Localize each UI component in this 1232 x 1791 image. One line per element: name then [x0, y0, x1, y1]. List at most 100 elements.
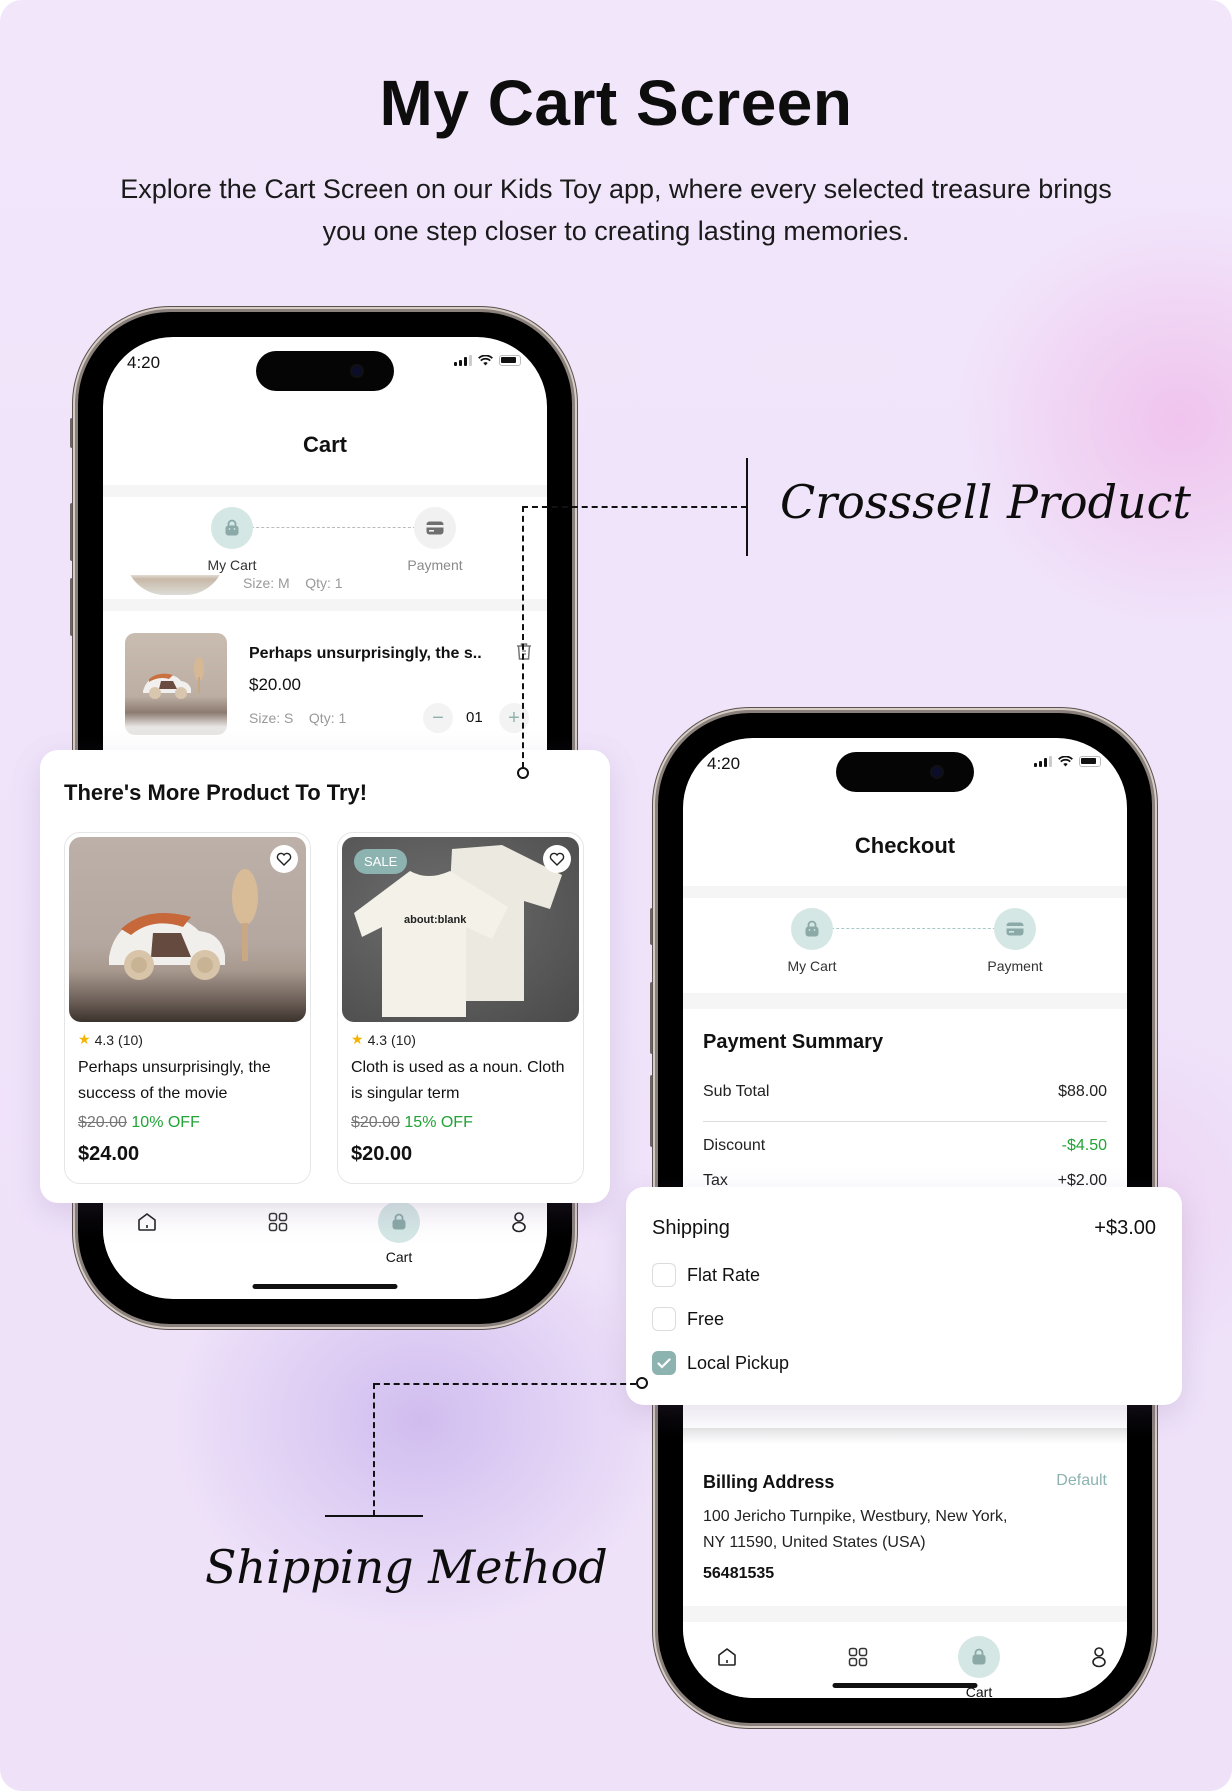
product-rating: ★ 4.3 (10) [351, 1031, 416, 1048]
option-label: Flat Rate [687, 1264, 761, 1285]
summary-heading: Payment Summary [703, 1031, 884, 1053]
page-title: My Cart Screen [379, 67, 853, 139]
tab-categories[interactable] [828, 1636, 888, 1678]
row-value: -$4.50 [1061, 1137, 1107, 1154]
wifi-icon [478, 355, 493, 366]
product-image: about:blank SALE [342, 837, 579, 1022]
crosssell-connector [522, 506, 524, 768]
phone-volume-up [70, 503, 75, 561]
signal-icon [454, 355, 472, 366]
star-icon: ★ [78, 1031, 91, 1047]
shipping-option-local-pickup[interactable]: Local Pickup [652, 1351, 789, 1375]
phone-power-button [1153, 1032, 1158, 1147]
status-time: 4:20 [127, 353, 161, 372]
divider [683, 886, 1127, 898]
shipping-connector [374, 1383, 636, 1385]
checkbox-checked[interactable] [652, 1351, 676, 1375]
step-label: My Cart [787, 958, 837, 974]
bag-icon [791, 908, 833, 950]
annotation-bar [325, 1515, 423, 1517]
divider [683, 993, 1127, 1009]
wishlist-heart-icon[interactable] [270, 845, 298, 873]
default-tag[interactable]: Default [1056, 1472, 1107, 1490]
card-icon [414, 507, 456, 549]
cart-item-image[interactable] [125, 633, 227, 735]
checkbox[interactable] [652, 1263, 676, 1287]
cart-item: Perhaps unsurprisingly, the s.. $20.00 S… [103, 611, 547, 741]
user-icon [1078, 1636, 1120, 1678]
tab-profile[interactable] [489, 1201, 547, 1243]
connector-dot [636, 1377, 648, 1389]
row-value: $88.00 [1058, 1083, 1107, 1100]
tab-profile[interactable] [1069, 1636, 1127, 1678]
step-my-cart[interactable]: My Cart [172, 507, 292, 573]
grid-icon [257, 1201, 299, 1243]
cart-item-size: Size: S [249, 710, 294, 726]
cart-item-name[interactable]: Perhaps unsurprisingly, the s.. [249, 645, 482, 663]
sale-badge: SALE [354, 849, 408, 874]
review-count: (10) [118, 1031, 143, 1048]
tab-label: Cart [385, 1249, 413, 1265]
crosssell-annotation: Crosssell Product [780, 475, 1191, 529]
shipping-option-flat-rate[interactable]: Flat Rate [652, 1263, 760, 1287]
product-card[interactable]: about:blank SALE ★ 4.3 (10) Cloth is used … [337, 832, 584, 1184]
trash-icon[interactable] [515, 641, 533, 666]
decrease-qty-button[interactable]: − [423, 703, 453, 733]
product-rating: ★ 4.3 (10) [78, 1031, 143, 1048]
billing-phone: 56481535 [703, 1565, 775, 1582]
shipping-annotation: Shipping Method [205, 1540, 608, 1594]
shipping-value: +$3.00 [1094, 1217, 1156, 1239]
product-name: Perhaps unsurprisingly, the success of t… [78, 1059, 271, 1102]
step-payment[interactable]: Payment [955, 908, 1075, 974]
product-price: $20.00 [351, 1143, 413, 1165]
product-name: Cloth is used as a noun. Cloth is singul… [351, 1059, 565, 1102]
partial-item-meta: Size: M Qty: 1 [243, 575, 343, 591]
phone-side-button [70, 418, 75, 448]
canvas: My Cart Screen Explore the Cart Screen o… [0, 0, 1232, 1791]
dynamic-island [256, 351, 394, 391]
partial-item-qty: Qty: 1 [305, 575, 343, 591]
divider [103, 485, 547, 497]
step-payment[interactable]: Payment [375, 507, 495, 573]
tab-home[interactable] [697, 1636, 757, 1678]
page-subtitle: Explore the Cart Screen on our Kids Toy … [120, 174, 1112, 246]
shipping-option-free[interactable]: Free [652, 1307, 724, 1331]
checkbox[interactable] [652, 1307, 676, 1331]
old-price: $20.00 [351, 1114, 400, 1131]
battery-icon [1079, 756, 1101, 767]
old-price: $20.00 [78, 1114, 127, 1131]
checkout-stepper: My Cart Payment [683, 898, 1127, 994]
tab-home[interactable] [117, 1201, 177, 1243]
user-icon [498, 1201, 540, 1243]
product-discount-row: $20.00 15% OFF [351, 1114, 473, 1132]
cart-item-meta: Size: S Qty: 1 [249, 710, 346, 726]
cart-item-qty: Qty: 1 [308, 710, 347, 726]
product-card[interactable]: ★ 4.3 (10) Perhaps unsurprisingly, the suc… [64, 832, 311, 1184]
bag-icon [958, 1636, 1000, 1678]
address-line-2: NY 11590, United States (USA) [703, 1534, 926, 1551]
shipping-popup: Shipping +$3.00 Flat Rate Free Local Pic… [626, 1187, 1182, 1405]
star-icon: ★ [351, 1031, 364, 1047]
product-image [69, 837, 306, 1022]
billing-heading: Billing Address [703, 1472, 835, 1492]
row-label: Sub Total [703, 1083, 770, 1100]
phone-volume-down [70, 578, 75, 636]
tab-categories[interactable] [248, 1201, 308, 1243]
wifi-icon [1058, 756, 1073, 767]
tab-cart[interactable]: Cart [949, 1636, 1009, 1698]
wishlist-heart-icon[interactable] [543, 845, 571, 873]
status-time: 4:20 [707, 754, 741, 773]
billing-address: Billing Address Default 100 Jericho Turn… [683, 1428, 1127, 1588]
home-icon [126, 1201, 168, 1243]
step-my-cart[interactable]: My Cart [752, 908, 872, 974]
divider [103, 599, 547, 611]
bag-icon [378, 1201, 420, 1243]
discount-label: 10% OFF [131, 1114, 200, 1131]
tab-cart[interactable]: Cart [369, 1201, 429, 1265]
crosssell-popup: There's More Product To Try! ★ 4.3 (10) Pe… [40, 750, 610, 1203]
home-indicator [832, 1683, 978, 1688]
increase-qty-button[interactable]: + [499, 703, 529, 733]
status-icons [454, 355, 521, 366]
cart-item-price: $20.00 [249, 675, 301, 694]
row-label: Discount [703, 1137, 766, 1154]
